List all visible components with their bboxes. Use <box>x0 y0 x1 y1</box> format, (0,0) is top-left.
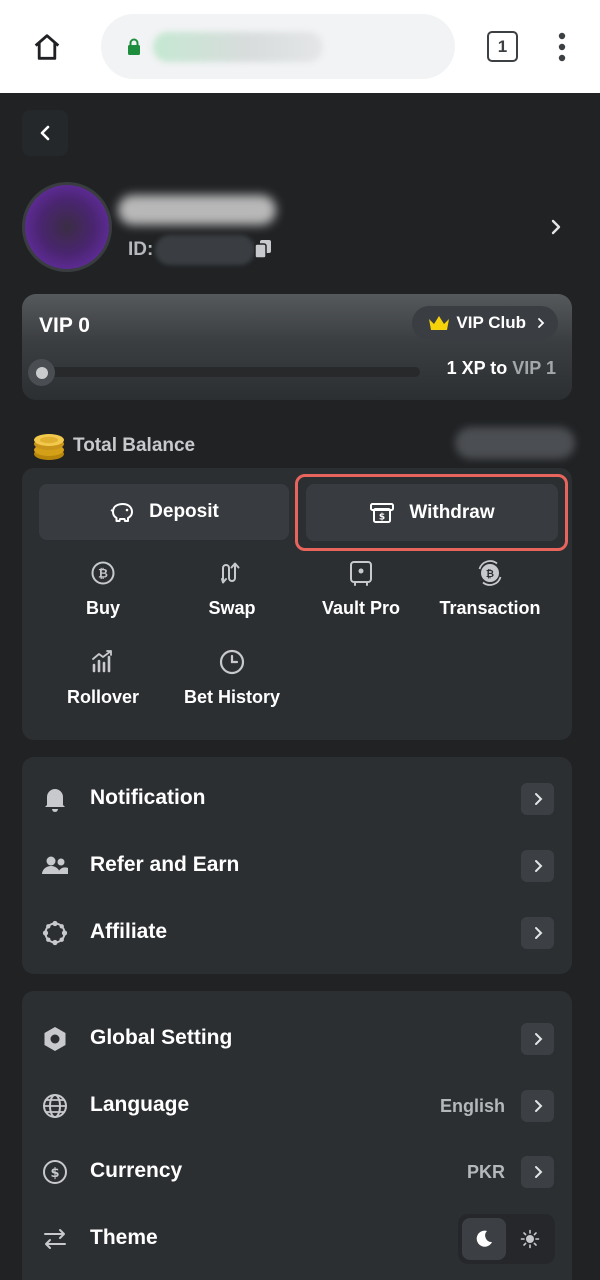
chevron-right-icon <box>521 1090 554 1122</box>
lock-icon <box>128 38 140 55</box>
tab-switcher-button[interactable]: 1 <box>487 31 518 62</box>
swap-arrows-icon <box>221 562 240 584</box>
back-button[interactable] <box>22 110 68 156</box>
light-mode-option[interactable] <box>508 1218 552 1260</box>
coin-stack-icon <box>34 434 64 460</box>
users-icon <box>42 856 68 874</box>
swap-button[interactable]: Swap <box>167 559 297 629</box>
menu-label: Currency <box>90 1159 183 1182</box>
vault-pro-label: Vault Pro <box>321 598 401 618</box>
chevron-left-icon <box>40 125 50 141</box>
dark-mode-option[interactable] <box>462 1218 506 1260</box>
copy-icon[interactable] <box>254 239 272 259</box>
menu-item-refer-and-earn[interactable]: Refer and Earn <box>22 840 572 892</box>
vip-progress-bar <box>36 367 420 377</box>
vault-icon <box>350 561 372 586</box>
withdraw-highlight: $ Withdraw <box>295 474 568 551</box>
swap-horizontal-icon <box>44 1229 66 1249</box>
vip-card[interactable]: VIP 0 VIP Club 1 XP to VIP 1 <box>22 294 572 400</box>
menu-item-currency[interactable]: $ Currency PKR <box>22 1146 572 1198</box>
chevron-right-icon <box>521 850 554 882</box>
more-menu-icon[interactable] <box>548 30 576 64</box>
deposit-button[interactable]: Deposit <box>39 484 289 540</box>
url-text-redacted <box>153 32 323 62</box>
menu-label: Global Setting <box>90 1026 233 1049</box>
vip-level: VIP 0 <box>39 314 90 337</box>
account-page: ID: VIP 0 VIP Club 1 XP to VIP 1 Total B… <box>0 93 600 1280</box>
hexagon-gear-icon <box>44 1027 66 1051</box>
rollover-button[interactable]: Rollover <box>38 648 168 718</box>
menu-item-notification[interactable]: Notification <box>22 773 572 825</box>
avatar[interactable] <box>22 182 112 272</box>
wallet-panel: Deposit $ Withdraw ₿ Buy Swap Vault Pro … <box>22 468 572 740</box>
globe-icon <box>43 1094 67 1118</box>
vault-pro-button[interactable]: Vault Pro <box>296 559 426 629</box>
withdraw-card-icon: $ <box>370 502 395 523</box>
moon-icon <box>476 1230 492 1247</box>
username-redacted <box>118 195 276 225</box>
piggy-bank-icon <box>110 503 134 522</box>
next-vip-level: VIP 1 <box>512 358 556 378</box>
buy-button[interactable]: ₿ Buy <box>38 559 168 629</box>
user-id-redacted <box>155 235 255 265</box>
total-balance-redacted <box>455 427 575 459</box>
dollar-circle-icon: $ <box>43 1160 67 1184</box>
menu-item-global-setting[interactable]: Global Setting <box>22 1013 572 1065</box>
clock-icon <box>219 649 245 675</box>
menu-item-affiliate[interactable]: Affiliate <box>22 907 572 959</box>
menu-label: Affiliate <box>90 920 168 943</box>
transaction-coin-icon: ₿ <box>478 560 502 586</box>
theme-toggle[interactable] <box>458 1214 555 1264</box>
vip-club-button[interactable]: VIP Club <box>412 306 558 340</box>
home-icon[interactable] <box>30 30 64 64</box>
deposit-label: Deposit <box>149 501 219 522</box>
user-id-label: ID: <box>128 239 154 260</box>
menu-label: Refer and Earn <box>90 853 240 876</box>
buy-label: Buy <box>85 598 120 618</box>
address-bar[interactable] <box>101 14 455 79</box>
menu-panel-settings: Global Setting Language English $ Curren… <box>22 991 572 1280</box>
svg-text:$: $ <box>379 512 385 522</box>
menu-label: Language <box>90 1093 190 1116</box>
xp-amount: 1 XP to <box>446 358 508 378</box>
withdraw-label: Withdraw <box>409 501 495 523</box>
menu-item-language[interactable]: Language English <box>22 1080 572 1132</box>
withdraw-button[interactable]: $ Withdraw <box>306 484 558 541</box>
bell-icon <box>45 789 65 812</box>
total-balance-label: Total Balance <box>73 435 196 456</box>
menu-panel-social: Notification Refer and Earn Affiliate <box>22 757 572 974</box>
chevron-right-icon <box>521 917 554 949</box>
menu-label: Theme <box>90 1226 158 1249</box>
transaction-label: Transaction <box>439 598 541 618</box>
svg-text:$: $ <box>50 1166 59 1181</box>
menu-item-theme: Theme <box>22 1213 572 1265</box>
chevron-right-icon <box>521 1156 554 1188</box>
rollover-chart-icon <box>92 650 112 673</box>
crown-icon <box>429 316 450 330</box>
bet-history-button[interactable]: Bet History <box>167 648 297 718</box>
transaction-button[interactable]: ₿ Transaction <box>425 559 555 629</box>
bet-history-label: Bet History <box>183 687 281 707</box>
browser-toolbar: 1 <box>0 0 600 93</box>
chevron-right-icon[interactable] <box>548 217 564 237</box>
chevron-right-icon <box>521 1023 554 1055</box>
rollover-label: Rollover <box>66 687 140 707</box>
chevron-right-icon <box>521 783 554 815</box>
xp-remaining: 1 XP to VIP 1 <box>447 358 556 379</box>
affiliate-circle-icon <box>42 920 68 946</box>
vip-progress-knob <box>28 359 55 386</box>
bitcoin-coin-icon: ₿ <box>91 561 115 585</box>
vip-club-label: VIP Club <box>456 313 526 332</box>
swap-label: Swap <box>208 598 256 618</box>
chevron-right-icon <box>538 318 545 328</box>
sun-icon <box>520 1229 540 1249</box>
currency-value: PKR <box>466 1162 505 1182</box>
menu-label: Notification <box>90 786 206 809</box>
svg-text:₿: ₿ <box>486 568 494 580</box>
svg-text:₿: ₿ <box>98 567 108 581</box>
language-value: English <box>439 1096 505 1116</box>
